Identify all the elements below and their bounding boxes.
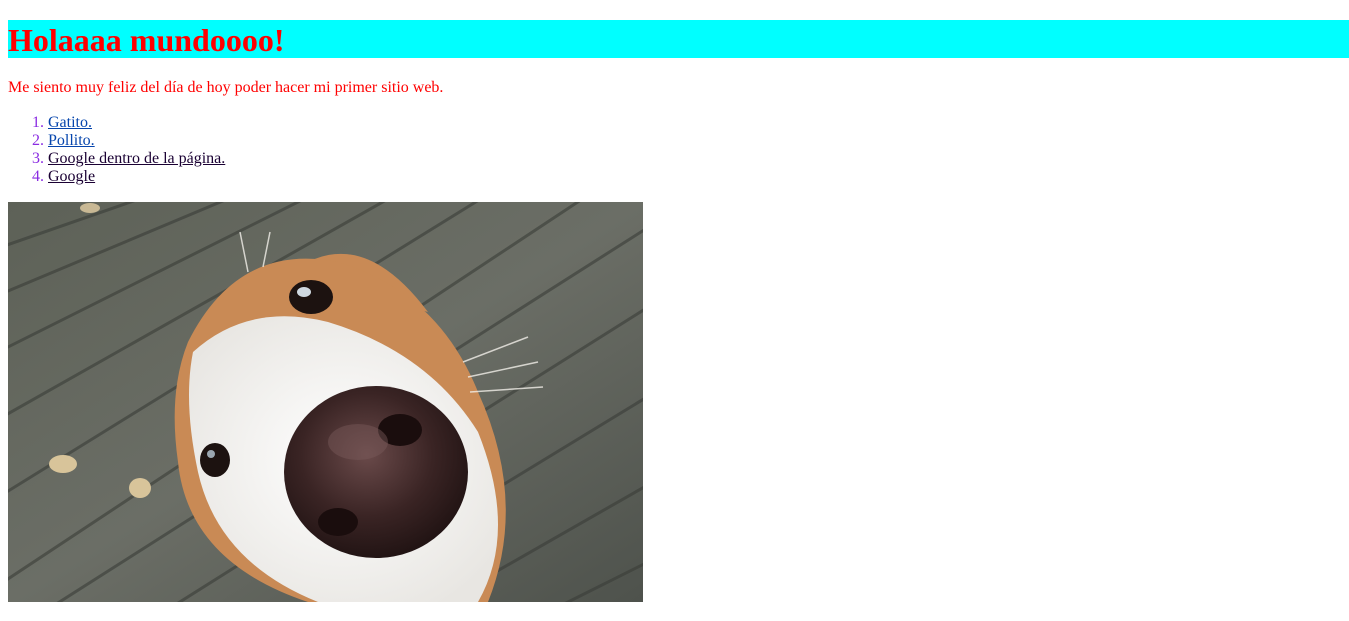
link-google[interactable]: Google	[48, 168, 95, 185]
intro-paragraph: Me siento muy feliz del día de hoy poder…	[8, 79, 444, 96]
link-list: Gatito. Pollito. Google dentro de la pág…	[8, 114, 1349, 186]
list-item: Pollito.	[48, 132, 1349, 150]
dog-photo	[8, 202, 643, 602]
dog-photo-illustration	[8, 202, 643, 602]
list-item: Google dentro de la página.	[48, 150, 1349, 168]
list-item: Google	[48, 168, 1349, 186]
list-item: Gatito.	[48, 114, 1349, 132]
page-heading: Holaaaa mundoooo!	[8, 20, 1349, 58]
link-google-in-page[interactable]: Google dentro de la página.	[48, 150, 225, 167]
link-pollito[interactable]: Pollito.	[48, 132, 95, 149]
page-content: Holaaaa mundoooo! Me siento muy feliz de…	[0, 20, 1349, 602]
link-gatito[interactable]: Gatito.	[48, 114, 92, 131]
